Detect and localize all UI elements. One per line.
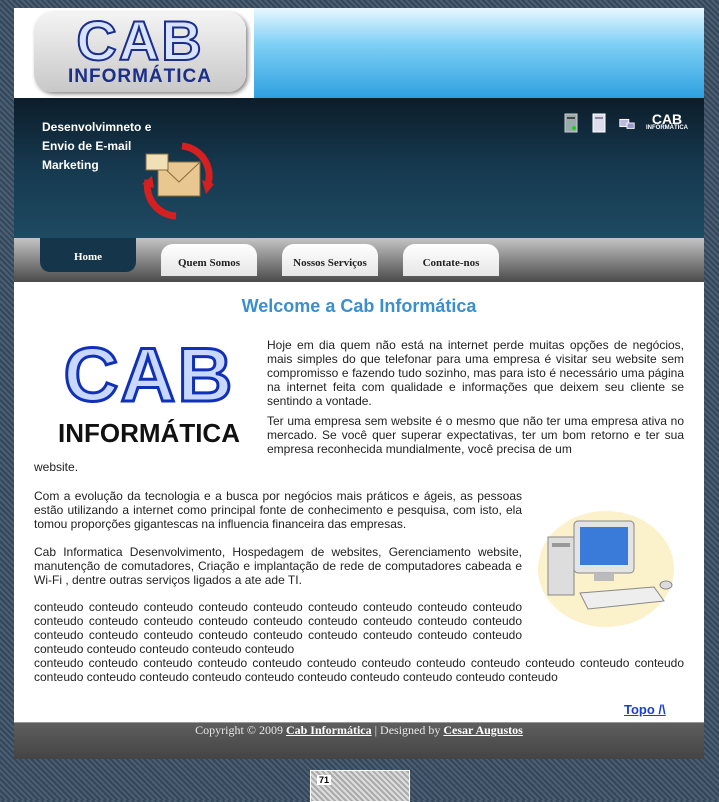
intro-paragraph: Hoje em dia quem não está na internet pe… [267,338,684,408]
visitor-counter[interactable]: 71 [310,770,410,802]
tray-icons: CAB INFORMÁTICA [562,110,688,136]
content-logo-text: CAB [62,332,235,420]
counter-value: 71 [317,775,332,785]
filler-paragraph-2: conteudo conteudo conteudo conteudo cont… [34,656,684,684]
computer-tower-icon [592,113,606,133]
page-title: Welcome a Cab Informática [241,296,477,316]
main-content: Welcome a Cab Informática CAB INFORMÁTIC… [14,282,704,722]
header: CAB INFORMÁTICA [14,8,704,98]
second-paragraph-end: website. [34,460,79,474]
server-icon [564,113,578,133]
site-logo[interactable]: CAB INFORMÁTICA [34,8,246,92]
page-container: CAB INFORMÁTICA Desenvolvimneto e Envio … [14,8,704,759]
footer: Copyright © 2009 Cab Informática | Desig… [14,722,704,759]
content-logo: CAB INFORMÁTICA [44,332,254,449]
tab-contate-nos[interactable]: Contate-nos [403,244,499,276]
logo-text: CAB [75,8,204,73]
copyright-text: Copyright © 2009 [195,723,283,737]
computer-illustration [538,511,674,627]
mini-logo-text: CAB [651,111,683,127]
company-link[interactable]: Cab Informática [286,723,372,737]
filler-paragraph: conteudo conteudo conteudo conteudo cont… [34,600,522,656]
back-to-top-link[interactable]: Topo /\ [624,702,666,717]
content-logo-subtext: INFORMÁTICA [58,418,240,448]
tab-home[interactable]: Home [40,238,136,272]
tab-nossos-servicos[interactable]: Nossos Serviços [282,244,378,276]
second-paragraph: Ter uma empresa sem website é o mesmo qu… [267,414,684,456]
services-paragraph: Cab Informatica Desenvolvimento, Hospeda… [34,545,522,587]
third-paragraph: Com a evolução da tecnologia e a busca p… [34,489,522,531]
designed-by-text: | Designed by [374,723,441,737]
designer-link[interactable]: Cesar Augustos [443,723,522,737]
tab-quem-somos[interactable]: Quem Somos [161,244,257,276]
mini-logo: CAB INFORMÁTICA [646,111,688,132]
mini-logo-subtext: INFORMÁTICA [646,125,688,131]
main-nav: Home Quem Somos Nossos Serviços Contate-… [14,238,704,282]
logo-subtext: INFORMÁTICA [68,66,212,87]
network-icon [619,118,635,129]
logo-area: CAB INFORMÁTICA [14,8,254,98]
email-marketing-icon [142,142,214,220]
banner: Desenvolvimneto e Envio de E-mail Market… [14,98,704,238]
